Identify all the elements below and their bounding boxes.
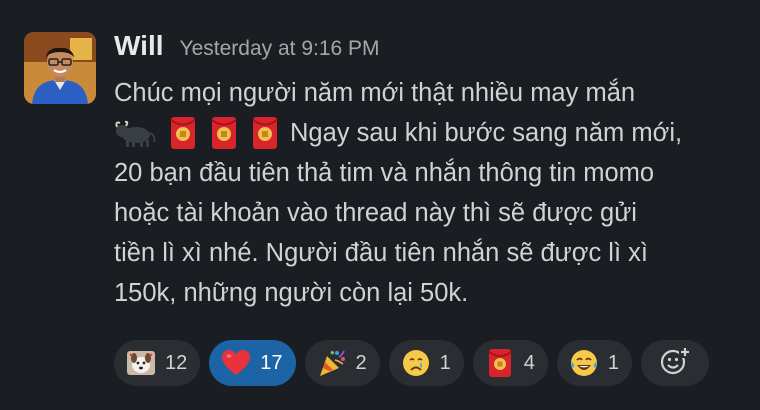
reaction-count: 1 [439, 351, 451, 374]
author-name[interactable]: Will [114, 30, 164, 62]
reaction-count: 12 [165, 351, 188, 374]
message-line: hoặc tài khoản vào thread này thì sẽ đượ… [114, 193, 744, 233]
timestamp[interactable]: Yesterday at 9:16 PM [180, 37, 380, 61]
reaction-tears-of-joy[interactable]: 1 [556, 340, 632, 386]
add-reaction-button[interactable] [641, 340, 709, 386]
message-text: Chúc mọi người năm mới thật nhiều may mắ… [114, 79, 636, 107]
reaction-red-heart[interactable]: 17 [209, 340, 296, 386]
red-envelope-icon [167, 116, 199, 150]
message: Will Yesterday at 9:16 PM Chúc mọi người… [0, 0, 760, 410]
message-header: Will Yesterday at 9:16 PM [114, 30, 380, 62]
message-line: tiền lì xì nhé. Người đầu tiên nhắn sẽ đ… [114, 233, 744, 273]
red-envelope-icon [208, 116, 240, 150]
red-envelope-icon [485, 348, 515, 378]
reaction-count: 4 [523, 351, 535, 374]
red-envelope-icon [249, 116, 281, 150]
message-text: hoặc tài khoản vào thread này thì sẽ đượ… [114, 199, 637, 227]
party-popper-icon [317, 348, 347, 378]
message-text: tiền lì xì nhé. Người đầu tiên nhắn sẽ đ… [114, 239, 648, 267]
crying-face-icon [401, 348, 431, 378]
reaction-count: 1 [607, 351, 619, 374]
avatar[interactable] [24, 32, 96, 104]
reaction-party-popper[interactable]: 2 [304, 340, 380, 386]
dancing-dog-icon [126, 348, 156, 378]
message-line: Ngay sau khi bước sang năm mới, [114, 113, 744, 153]
message-text: 20 bạn đầu tiên thả tim và nhắn thông ti… [114, 159, 655, 187]
reaction-red-envelope[interactable]: 4 [472, 340, 548, 386]
red-heart-icon [221, 348, 251, 378]
message-line: 20 bạn đầu tiên thả tim và nhắn thông ti… [114, 153, 744, 193]
message-text: Ngay sau khi bước sang năm mới, [290, 119, 683, 147]
message-line: Chúc mọi người năm mới thật nhiều may mắ… [114, 73, 744, 113]
avatar-photo [24, 32, 96, 104]
message-text: 150k, những người còn lại 50k. [114, 279, 469, 307]
tears-of-joy-icon [569, 348, 599, 378]
reaction-count: 17 [260, 351, 283, 374]
reaction-dancing-dog[interactable]: 12 [114, 340, 201, 386]
reactions-bar: 12 17 2 1 4 1 [114, 340, 709, 386]
add-reaction-icon [659, 345, 691, 382]
reaction-crying-face[interactable]: 1 [388, 340, 464, 386]
message-line: 150k, những người còn lại 50k. [114, 273, 744, 313]
message-body: Chúc mọi người năm mới thật nhiều may mắ… [114, 73, 744, 313]
reaction-count: 2 [355, 351, 367, 374]
ox-icon [114, 118, 158, 148]
